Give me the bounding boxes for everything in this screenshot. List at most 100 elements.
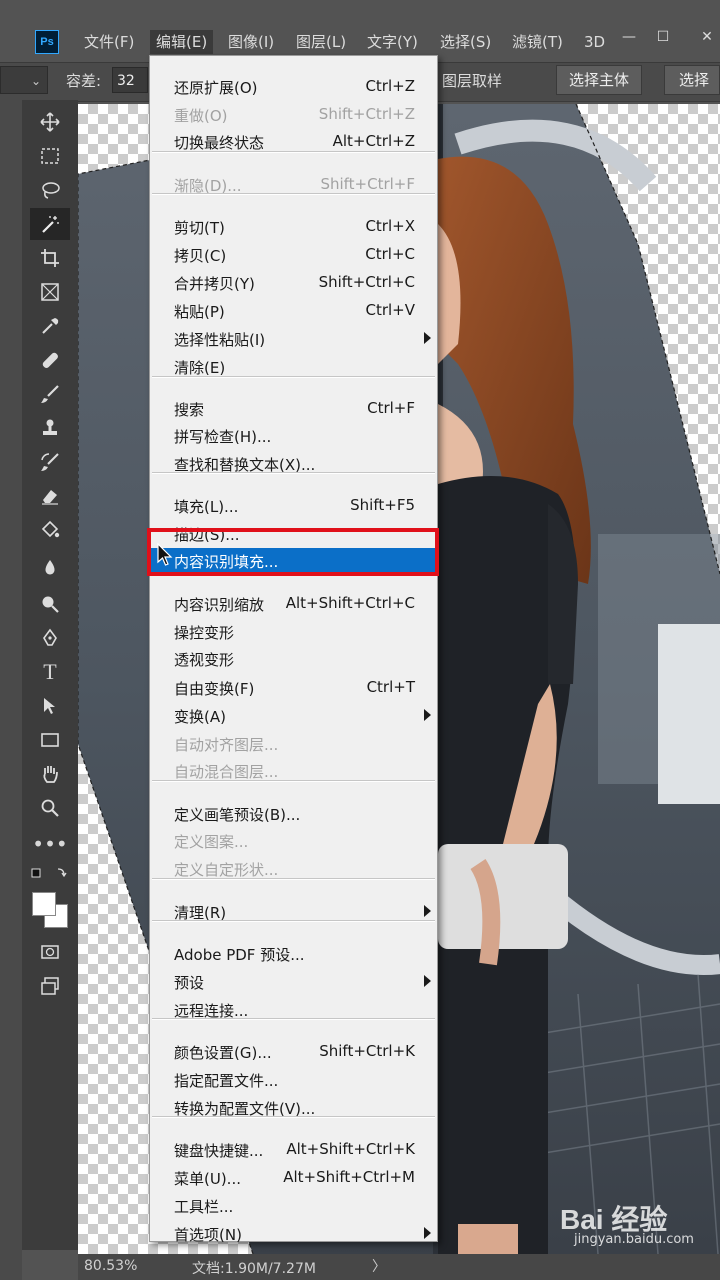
pen-icon[interactable]	[30, 622, 70, 654]
hand-icon[interactable]	[30, 758, 70, 790]
menu-item-label: 合并拷贝(Y)	[174, 275, 255, 293]
frame-icon[interactable]	[30, 276, 70, 308]
menu-item-label: 菜单(U)...	[174, 1170, 241, 1188]
menu-item-label: 预设	[174, 974, 205, 992]
menu-item-label: Adobe PDF 预设...	[174, 946, 305, 964]
menu-item[interactable]: 菜单(U)... Alt+Shift+Ctrl+M	[150, 1165, 437, 1191]
photoshop-logo-icon: Ps	[35, 30, 59, 54]
menu-item-shortcut: Ctrl+T	[366, 678, 415, 696]
menu-item-shortcut: Shift+Ctrl+K	[319, 1042, 415, 1060]
menu-separator	[152, 878, 435, 880]
menu-file[interactable]: 文件(F)	[78, 30, 140, 54]
menu-item[interactable]: 首选项(N)	[150, 1221, 437, 1247]
sample-all-layers-label[interactable]: 图层取样	[442, 70, 502, 91]
menu-item-label: 还原扩展(O)	[174, 79, 258, 97]
menu-separator	[152, 376, 435, 378]
menu-item[interactable]: 填充(L)... Shift+F5	[150, 493, 437, 519]
menu-item[interactable]: 搜索 Ctrl+F	[150, 396, 437, 422]
move-icon[interactable]	[30, 106, 70, 138]
path-selection-icon[interactable]	[30, 690, 70, 722]
menu-separator	[152, 1116, 435, 1118]
eyedropper-icon[interactable]	[30, 310, 70, 342]
maximize-icon[interactable]: ☐	[648, 24, 678, 50]
blur-icon[interactable]	[30, 552, 70, 584]
lasso-icon[interactable]	[30, 174, 70, 206]
magic-wand-icon[interactable]	[30, 208, 70, 240]
menu-item-label: 操控变形	[174, 624, 235, 642]
eraser-icon[interactable]	[30, 480, 70, 512]
minimize-icon[interactable]: —	[614, 24, 644, 50]
menu-item-label: 自由变换(F)	[174, 680, 255, 698]
rectangle-icon[interactable]	[30, 724, 70, 756]
annotation-highlight-box	[147, 528, 439, 576]
menu-item[interactable]: 指定配置文件...	[150, 1067, 437, 1093]
menu-item-shortcut: Alt+Shift+Ctrl+K	[286, 1140, 415, 1158]
history-brush-icon[interactable]	[30, 446, 70, 478]
crop-icon[interactable]	[30, 242, 70, 274]
close-icon[interactable]: ✕	[692, 24, 720, 50]
paint-bucket-icon[interactable]	[30, 514, 70, 546]
menu-filter[interactable]: 滤镜(T)	[506, 30, 569, 54]
menu-item: 自动对齐图层...	[150, 731, 437, 757]
menu-3d[interactable]: 3D	[578, 30, 611, 54]
quick-mask-icon[interactable]	[30, 936, 70, 968]
menu-item-label: 拷贝(C)	[174, 247, 227, 265]
menu-item[interactable]: 键盘快捷键... Alt+Shift+Ctrl+K	[150, 1137, 437, 1163]
tolerance-label: 容差:	[66, 72, 102, 90]
color-swatches-icon[interactable]	[30, 890, 70, 930]
menu-item[interactable]: 预设	[150, 969, 437, 995]
menu-item-shortcut: Ctrl+C	[365, 245, 415, 263]
menu-item-label: 自动对齐图层...	[174, 736, 279, 754]
select-and-mask-button[interactable]: 选择并	[664, 65, 720, 95]
menu-item-label: 透视变形	[174, 651, 235, 669]
menu-item[interactable]: 变换(A)	[150, 703, 437, 729]
menu-item[interactable]: 还原扩展(O) Ctrl+Z	[150, 74, 437, 100]
menu-edit[interactable]: 编辑(E)	[150, 30, 214, 54]
healing-brush-icon[interactable]	[30, 344, 70, 376]
zoom-icon[interactable]	[30, 792, 70, 824]
menu-item[interactable]: 选择性粘贴(I)	[150, 326, 437, 352]
dodge-icon[interactable]	[30, 588, 70, 620]
type-icon[interactable]: T	[30, 656, 70, 688]
more-tools-icon[interactable]: •••	[30, 828, 70, 860]
status-menu-arrow-icon[interactable]: 〉	[372, 1256, 386, 1276]
menu-item-shortcut: Ctrl+V	[365, 301, 415, 319]
menu-item-shortcut: Alt+Shift+Ctrl+C	[285, 594, 415, 612]
menu-item-label: 工具栏...	[174, 1198, 234, 1216]
menu-item[interactable]: 透视变形	[150, 646, 437, 672]
tolerance-input[interactable]: 32	[112, 67, 148, 93]
submenu-arrow-icon	[424, 709, 431, 721]
menu-select[interactable]: 选择(S)	[434, 30, 497, 54]
tool-preset-picker[interactable]: ⌄	[0, 66, 48, 94]
menu-item[interactable]: 拼写检查(H)...	[150, 423, 437, 449]
clone-stamp-icon[interactable]	[30, 412, 70, 444]
menu-item[interactable]: 拷贝(C) Ctrl+C	[150, 242, 437, 268]
swap-colors-icon[interactable]	[30, 866, 70, 884]
menu-type[interactable]: 文字(Y)	[361, 30, 424, 54]
menu-item[interactable]: 粘贴(P) Ctrl+V	[150, 298, 437, 324]
document-size-info: 文档:1.90M/7.27M	[192, 1261, 316, 1277]
menu-item-label: 粘贴(P)	[174, 303, 225, 321]
brush-icon[interactable]	[30, 378, 70, 410]
menu-item: 重做(O) Shift+Ctrl+Z	[150, 102, 437, 128]
menu-item[interactable]: 剪切(T) Ctrl+X	[150, 214, 437, 240]
screen-mode-icon[interactable]	[30, 970, 70, 1002]
zoom-level[interactable]: 80.53%	[84, 1258, 137, 1274]
menu-item[interactable]: 合并拷贝(Y) Shift+Ctrl+C	[150, 270, 437, 296]
menu-item[interactable]: 自由变换(F) Ctrl+T	[150, 675, 437, 701]
menu-item[interactable]: 工具栏...	[150, 1193, 437, 1219]
menu-item[interactable]: 操控变形	[150, 619, 437, 645]
menu-item-shortcut: Shift+F5	[350, 496, 415, 514]
menu-item[interactable]: 内容识别缩放 Alt+Shift+Ctrl+C	[150, 591, 437, 617]
menu-image[interactable]: 图像(I)	[222, 30, 280, 54]
menu-item-shortcut: Shift+Ctrl+C	[318, 273, 415, 291]
menu-layer[interactable]: 图层(L)	[290, 30, 352, 54]
menu-item[interactable]: 定义画笔预设(B)...	[150, 801, 437, 827]
select-subject-button[interactable]: 选择主体	[556, 65, 643, 95]
menu-separator	[152, 1018, 435, 1020]
menu-item-shortcut: Ctrl+Z	[365, 77, 415, 95]
menu-item[interactable]: Adobe PDF 预设...	[150, 941, 437, 967]
marquee-icon[interactable]	[30, 140, 70, 172]
menu-item-shortcut: Ctrl+X	[365, 217, 415, 235]
menu-item[interactable]: 颜色设置(G)... Shift+Ctrl+K	[150, 1039, 437, 1065]
